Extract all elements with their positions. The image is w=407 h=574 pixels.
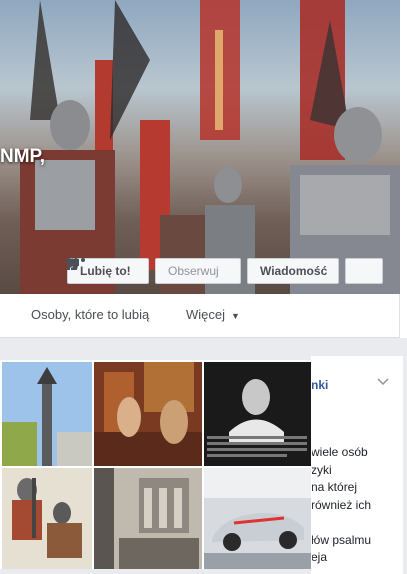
photo-thumbnail[interactable] [94,468,202,569]
like-label: Lubię to! [80,264,131,278]
side-card-text: wiele osób zyki na której również ich łó… [311,444,401,567]
message-button[interactable]: Wiadomość [67,258,339,284]
side-card-title[interactable]: nki [311,378,328,392]
photo-thumbnail[interactable] [2,362,92,466]
photo-thumbnail[interactable] [204,362,311,466]
follow-button[interactable]: Obserwuj [67,258,241,284]
chevron-down-icon[interactable] [377,378,389,386]
page-name[interactable]: NMP, [0,146,45,168]
side-line: łów psalmu [311,532,372,547]
page-tabs: Osoby, które to lubią Więcej ▼ [0,294,400,338]
tab-more[interactable]: Więcej ▼ [186,307,240,322]
column-monument-image [2,362,92,466]
church-interior-image [94,468,202,569]
cover-photo[interactable]: NMP, Lubię to! Obserwuj Wiadomość [0,0,400,294]
knights-image [2,468,92,569]
painting-image [94,362,202,466]
photo-grid [0,360,312,569]
photo-thumbnail[interactable] [2,468,92,569]
sports-car-image [204,468,311,569]
side-line: wiele osób [311,445,368,459]
caret-down-icon: ▼ [231,311,240,321]
side-line: również ich [311,497,372,512]
side-line: eja [311,550,328,564]
page-actions: Lubię to! Obserwuj Wiadomość [67,258,383,284]
content-area: nki wiele osób zyki na której również ic… [0,338,407,574]
tab-more-label: Więcej [186,307,226,322]
photo-thumbnail[interactable] [94,362,202,466]
more-options-button[interactable] [67,258,383,284]
photo-thumbnail[interactable] [204,468,311,569]
tab-people-who-like[interactable]: Osoby, które to lubią [31,307,149,322]
follow-label: Obserwuj [168,264,219,278]
cover-image [20,0,400,294]
side-line: zyki [311,462,332,477]
side-line: na której [311,480,358,494]
message-label: Wiadomość [260,264,328,278]
portrait-quote-image [204,362,311,466]
side-line [311,514,401,532]
side-card: nki wiele osób zyki na której również ic… [311,356,403,574]
